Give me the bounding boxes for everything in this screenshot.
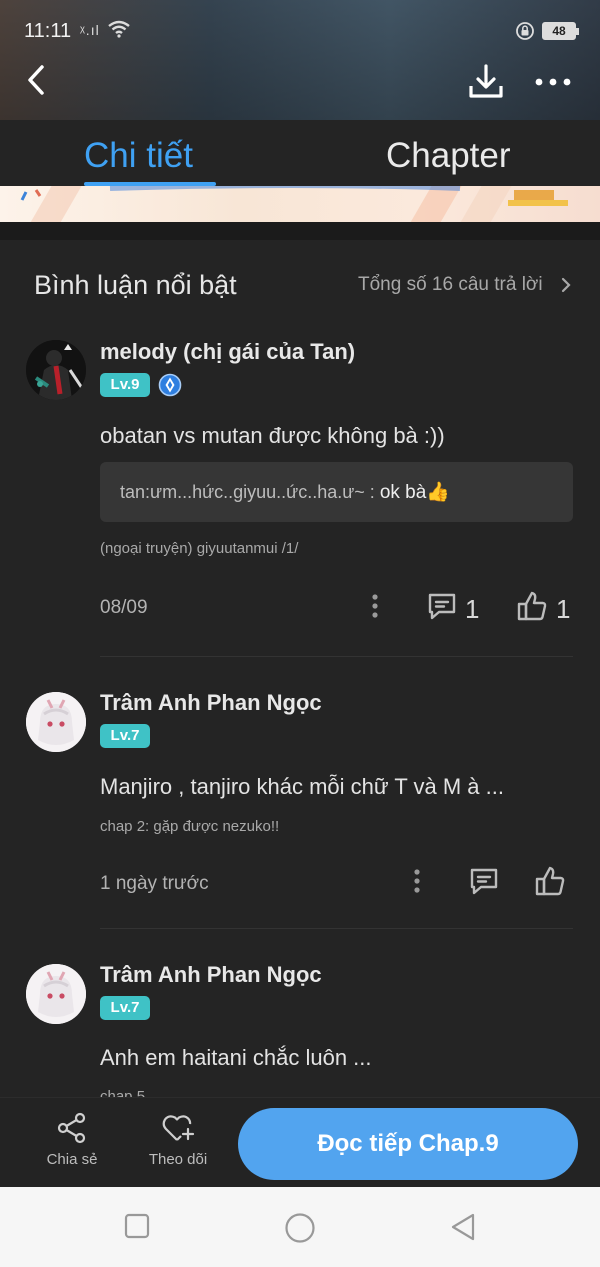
comments-section-title: Bình luận nổi bật	[34, 270, 237, 300]
more-options-button[interactable]	[533, 68, 573, 98]
home-icon[interactable]	[284, 1212, 316, 1244]
recent-apps-icon[interactable]	[123, 1212, 151, 1240]
comment-chapter-ref[interactable]: (ngoại truyện) giyuutanmui /1/	[100, 540, 298, 557]
comment-text: Anh em haitani chắc luôn ...	[100, 1045, 372, 1070]
avatar[interactable]	[26, 340, 86, 400]
reply-icon[interactable]	[426, 591, 458, 623]
user-avatar-image	[26, 964, 86, 1024]
promo-banner[interactable]	[0, 186, 600, 222]
reply-icon[interactable]	[468, 866, 500, 898]
like-icon[interactable]	[516, 590, 548, 622]
user-avatar-image	[26, 692, 86, 752]
more-vertical-icon[interactable]	[408, 867, 426, 897]
comment-text: Manjiro , tanjiro khác mỗi chữ T và M à …	[100, 774, 504, 799]
reply-count: 1	[465, 594, 480, 624]
comment-divider	[100, 656, 573, 657]
avatar[interactable]	[26, 964, 86, 1024]
wifi-icon	[108, 20, 130, 38]
tab-detail[interactable]: Chi tiết	[84, 136, 193, 176]
status-bar: 11:11 ᵡ.ıl 48	[0, 14, 600, 48]
signal-icon: ᵡ.ıl	[80, 22, 100, 38]
vip-badge-icon	[158, 373, 182, 397]
level-badge: Lv.7	[100, 996, 150, 1020]
follow-button[interactable]: Theo dõi	[143, 1112, 213, 1168]
more-horizontal-icon	[535, 78, 571, 86]
heart-plus-icon	[162, 1115, 195, 1141]
user-avatar-image	[26, 340, 86, 400]
header: 11:11 ᵡ.ıl 48	[0, 0, 600, 120]
download-icon	[469, 64, 503, 98]
system-navigation-bar	[0, 1187, 600, 1267]
level-badge: Lv.7	[100, 724, 150, 748]
comment-username[interactable]: Trâm Anh Phan Ngọc	[100, 962, 322, 988]
share-button[interactable]: Chia sẻ	[37, 1112, 107, 1168]
status-time: 11:11	[24, 20, 72, 42]
comment-chapter-ref[interactable]: chap 2: gặp được nezuko!!	[100, 818, 279, 835]
download-button[interactable]	[466, 62, 506, 102]
comment-date: 08/09	[100, 597, 148, 618]
back-button[interactable]	[22, 62, 52, 98]
total-replies-link[interactable]: Tổng số 16 câu trả lời	[358, 274, 543, 296]
quoted-reply-text: tan:ưm...hức..giyuu..ức..ha.ư~ : ok bà👍	[120, 480, 450, 504]
section-divider	[0, 222, 600, 240]
more-vertical-icon[interactable]	[366, 592, 384, 622]
follow-label: Theo dõi	[148, 1151, 208, 1168]
comment-text: obatan vs mutan được không bà :))	[100, 423, 445, 448]
like-count: 1	[556, 594, 571, 624]
comment-username[interactable]: Trâm Anh Phan Ngọc	[100, 690, 322, 716]
continue-reading-button[interactable]: Đọc tiếp Chap.9	[238, 1108, 578, 1180]
chevron-left-icon	[28, 65, 44, 95]
lock-icon	[516, 22, 534, 40]
comment-date: 1 ngày trước	[100, 873, 209, 894]
like-icon[interactable]	[534, 865, 566, 897]
share-icon	[57, 1112, 86, 1144]
back-nav-icon[interactable]	[449, 1212, 477, 1242]
confetti-decoration	[20, 186, 568, 206]
share-label: Chia sẻ	[46, 1151, 98, 1168]
avatar[interactable]	[26, 692, 86, 752]
quote-prefix: tan:ưm...hức..giyuu..ức..ha.ư~ :	[120, 482, 380, 502]
tab-chapter[interactable]: Chapter	[386, 136, 511, 176]
quote-suffix: ok bà👍	[379, 482, 450, 503]
bottom-action-bar: Chia sẻ Theo dõi Đọc tiếp Chap.9	[0, 1097, 600, 1187]
comment-username[interactable]: melody (chị gái của Tan)	[100, 339, 355, 365]
tab-bar: Chi tiết Chapter	[0, 120, 600, 186]
level-badge: Lv.9	[100, 373, 150, 397]
battery-indicator: 48	[542, 22, 579, 40]
comment-divider	[100, 928, 573, 929]
quoted-reply[interactable]: tan:ưm...hức..giyuu..ức..ha.ư~ : ok bà👍	[100, 462, 573, 522]
chevron-right-icon[interactable]	[560, 276, 572, 294]
